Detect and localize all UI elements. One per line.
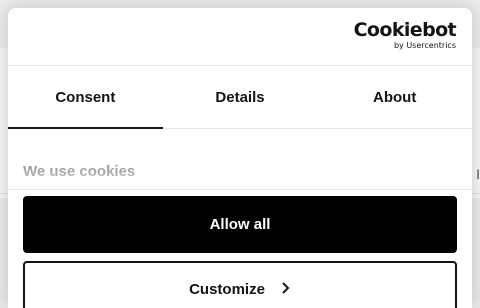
chevron-right-icon	[281, 281, 291, 299]
brand-subtitle: by Usercentrics	[393, 41, 456, 50]
brand-name: Cookiebot	[353, 19, 457, 41]
consent-tabs: Consent Details About	[8, 66, 472, 129]
cookiebot-logo: Cookiebot by Usercentrics	[353, 19, 457, 50]
content-fade-overlay	[8, 129, 472, 189]
tab-consent[interactable]: Consent	[8, 66, 163, 129]
cookie-consent-dialog: Cookiebot by Usercentrics Consent Detail…	[8, 8, 472, 308]
customize-label: Customize	[189, 281, 265, 298]
consent-content: We use cookies	[8, 129, 472, 189]
page-background-text: I	[476, 166, 480, 182]
content-divider	[8, 189, 472, 190]
customize-button[interactable]: Customize	[23, 261, 457, 308]
dialog-header: Cookiebot by Usercentrics	[8, 8, 472, 66]
tab-details[interactable]: Details	[163, 66, 318, 128]
consent-heading: We use cookies	[23, 163, 136, 180]
allow-all-label: Allow all	[209, 216, 271, 233]
allow-all-button[interactable]: Allow all	[23, 196, 457, 253]
tab-about[interactable]: About	[317, 66, 472, 128]
